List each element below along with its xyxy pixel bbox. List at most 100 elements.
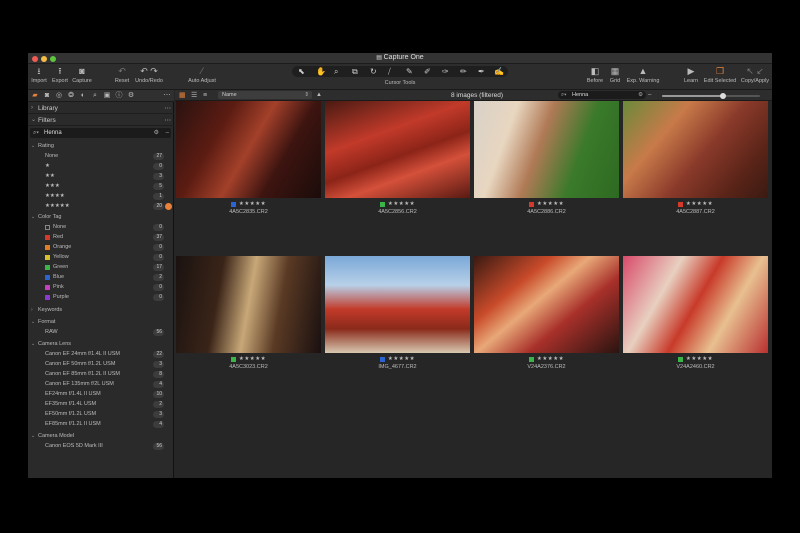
eraser-cursor-icon[interactable]: ✑ — [442, 66, 449, 77]
thumbnail-cell[interactable]: ★★★★★ IMG_4677.CR2 — [324, 256, 471, 381]
grid-button[interactable]: ▦ Grid — [608, 66, 622, 84]
color-tag-row[interactable]: Orange 0 — [28, 243, 174, 252]
rotate-cursor-icon[interactable]: ↻ — [370, 66, 377, 77]
sort-select[interactable]: Name ⇕ — [218, 91, 312, 99]
adjustments-tab-icon[interactable]: ▣ — [103, 92, 111, 100]
browser-search-field[interactable]: ⌕▾ Henna ⚙ — [558, 91, 646, 99]
color-tag[interactable] — [528, 357, 534, 362]
capture-tab-icon[interactable]: ◙ — [43, 92, 51, 100]
picker-cursor-icon[interactable]: ✒ — [478, 66, 485, 77]
rating-filter-row[interactable]: ★★★★★ 20 — [28, 202, 174, 211]
keystone-cursor-icon[interactable]: ⧸ — [388, 66, 391, 77]
capture-button[interactable]: ◙ Capture — [71, 66, 93, 84]
lens-filter-row[interactable]: Canon EF 24mm f/1.4L II USM 22 — [28, 350, 174, 359]
import-button[interactable]: ⭳ Import — [30, 66, 48, 84]
filmstrip-view-icon[interactable]: ≡ — [203, 91, 207, 100]
thumbnail-image[interactable] — [474, 256, 619, 353]
camera-model-group-header[interactable]: ⌄ Camera Model — [28, 432, 174, 441]
detail-tab-icon[interactable]: ⌕ — [91, 92, 99, 100]
library-tab-icon[interactable]: ▰ — [31, 92, 39, 100]
lens-filter-row[interactable]: EF24mm f/1.4L II USM 10 — [28, 390, 174, 399]
color-tag-row[interactable]: Red 37 — [28, 233, 174, 242]
camera-model-filter-row[interactable]: Canon EOS 5D Mark III 56 — [28, 442, 174, 451]
library-section-header[interactable]: › Library ⋯ — [28, 103, 174, 114]
more-icon[interactable]: ⋯ — [165, 103, 172, 114]
metadata-tab-icon[interactable]: ⓘ — [115, 92, 123, 100]
rating-group-header[interactable]: ⌄ Rating — [28, 142, 174, 151]
lens-filter-row[interactable]: EF85mm f/1.2L II USM 4 — [28, 420, 174, 429]
color-tag[interactable] — [677, 202, 683, 207]
brush-cursor-icon[interactable]: ✐ — [424, 66, 431, 77]
select-cursor-icon[interactable]: ⬉ — [298, 66, 305, 77]
lens-filter-row[interactable]: EF35mm f/1.4L USM 2 — [28, 400, 174, 409]
rating-filter-row[interactable]: ★ 0 — [28, 162, 174, 171]
color-tag[interactable] — [379, 202, 385, 207]
thumbnail-cell[interactable]: ★★★★★ 4A5C3023.CR2 — [175, 256, 322, 381]
filter-search-field[interactable]: ⌕▾ Henna ⚙ – — [30, 128, 171, 138]
thumbnail-image[interactable] — [176, 256, 321, 353]
thumbnail-size-slider[interactable] — [662, 93, 760, 99]
color-tag-row[interactable]: Green 17 — [28, 263, 174, 272]
sort-direction-icon[interactable]: ▲ — [316, 91, 322, 100]
exposure-tab-icon[interactable]: ◐ — [79, 92, 87, 100]
rating-filter-row[interactable]: ★★★ 5 — [28, 182, 174, 191]
format-filter-row[interactable]: RAW 56 — [28, 328, 174, 337]
clear-search-icon[interactable]: – — [648, 91, 651, 100]
undo-redo-button[interactable]: ↶ ↷ Undo/Redo — [133, 66, 165, 84]
rating-filter-row[interactable]: ★★ 3 — [28, 172, 174, 181]
color-tag[interactable] — [528, 202, 534, 207]
before-button[interactable]: ◧ Before — [586, 66, 604, 84]
lens-filter-row[interactable]: Canon EF 135mm f/2L USM 4 — [28, 380, 174, 389]
color-tag-row[interactable]: Blue 2 — [28, 273, 174, 282]
pan-cursor-icon[interactable]: ✋ — [316, 66, 326, 77]
more-icon[interactable]: ⋯ — [165, 115, 172, 126]
keywords-group-header[interactable]: › Keywords — [28, 306, 174, 315]
rating-filter-row[interactable]: None 27 — [28, 152, 174, 161]
color-tag-row[interactable]: Purple 0 — [28, 293, 174, 302]
color-tag-group-header[interactable]: ⌄ Color Tag — [28, 213, 174, 222]
more-tabs-icon[interactable]: ⋯ — [163, 92, 171, 100]
grid-view-icon[interactable]: ▦ — [179, 91, 186, 100]
thumbnail-image[interactable] — [474, 101, 619, 198]
thumbnail-cell[interactable]: ★★★★★ 4A5C2886.CR2 — [473, 101, 620, 226]
thumbnail-cell[interactable]: ★★★★★ V24A2376.CR2 — [473, 256, 620, 381]
thumbnail-image[interactable] — [176, 101, 321, 198]
crop-cursor-icon[interactable]: ⧉ — [352, 66, 358, 77]
gradient-cursor-icon[interactable]: ✏ — [460, 66, 467, 77]
gear-icon[interactable]: ⚙ — [638, 91, 643, 99]
color-tab-icon[interactable]: ❂ — [67, 92, 75, 100]
collapse-icon[interactable]: – — [166, 128, 169, 138]
auto-adjust-button[interactable]: ⁄ Auto Adjust — [185, 66, 219, 84]
color-tag-row[interactable]: None 0 — [28, 223, 174, 232]
rating-filter-row[interactable]: ★★★★ 1 — [28, 192, 174, 201]
thumbnail-cell[interactable]: ★★★★★ 4A5C2856.CR2 — [324, 101, 471, 226]
thumbnail-image[interactable] — [623, 256, 768, 353]
export-button[interactable]: ⭱ Export — [50, 66, 70, 84]
color-tag[interactable] — [230, 202, 236, 207]
list-view-icon[interactable]: ☰ — [191, 91, 197, 100]
gear-icon[interactable]: ⚙ — [154, 128, 159, 138]
thumbnail-cell[interactable]: ★★★★★ 4A5C2887.CR2 — [622, 101, 769, 226]
exposure-warning-button[interactable]: ▲ Exp. Warning — [625, 66, 661, 84]
lens-tab-icon[interactable]: ◎ — [55, 92, 63, 100]
slider-knob[interactable] — [719, 93, 726, 99]
color-tag-row[interactable]: Yellow 0 — [28, 253, 174, 262]
thumbnail-cell[interactable]: ★★★★★ V24A2460.CR2 — [622, 256, 769, 381]
format-group-header[interactable]: ⌄ Format — [28, 318, 174, 327]
learn-button[interactable]: ▶ Learn — [682, 66, 700, 84]
color-tag[interactable] — [379, 357, 385, 362]
thumbnail-image[interactable] — [325, 101, 470, 198]
loupe-cursor-icon[interactable]: ⌕ — [334, 66, 338, 77]
color-tag[interactable] — [677, 357, 683, 362]
reset-button[interactable]: ↶ Reset — [114, 66, 130, 84]
thumbnail-image[interactable] — [623, 101, 768, 198]
spot-removal-cursor-icon[interactable]: ✎ — [406, 66, 413, 77]
thumbnail-cell[interactable]: ★★★★★ 4A5C2835.CR2 — [175, 101, 322, 226]
color-tag-row[interactable]: Pink 0 — [28, 283, 174, 292]
color-tag[interactable] — [230, 357, 236, 362]
thumbnail-image[interactable] — [325, 256, 470, 353]
lens-filter-row[interactable]: EF50mm f/1.2L USM 3 — [28, 410, 174, 419]
settings-tab-icon[interactable]: ⚙ — [127, 92, 135, 100]
lens-filter-row[interactable]: Canon EF 85mm f/1.2L II USM 8 — [28, 370, 174, 379]
lens-filter-row[interactable]: Canon EF 50mm f/1.2L USM 3 — [28, 360, 174, 369]
